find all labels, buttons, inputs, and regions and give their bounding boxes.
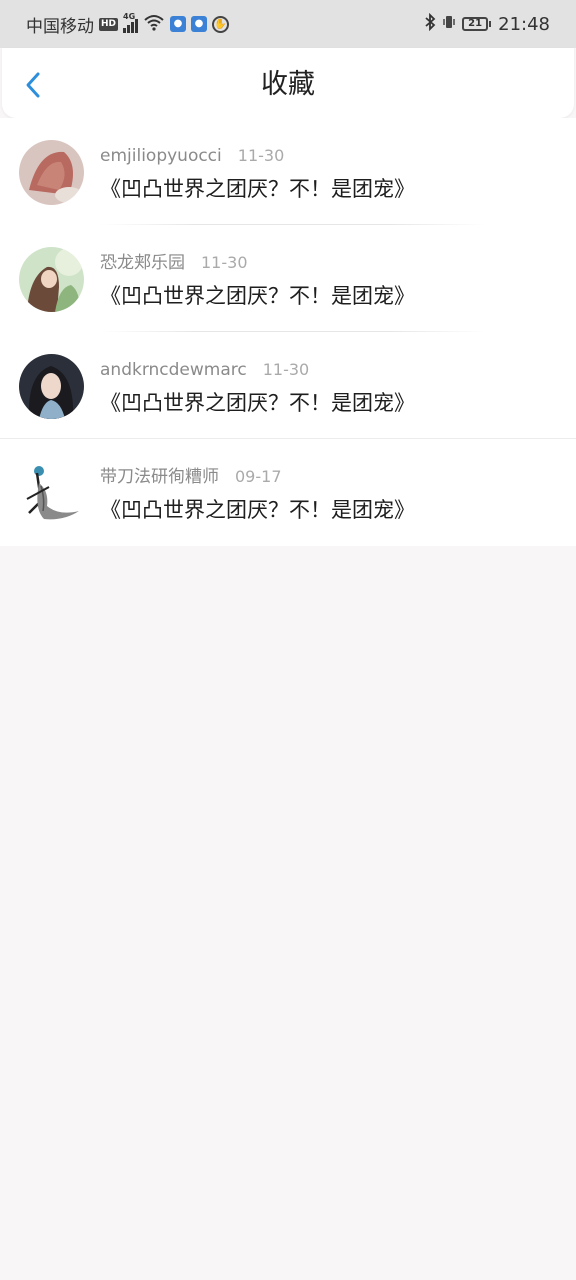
favorites-list: emjiliopyuocci 11-30 《凹凸世界之团厌？不！是团宠》 恐龙郏… [0,118,576,546]
avatar[interactable] [19,247,84,312]
date: 09-17 [235,467,282,486]
hand-notification-icon: ✋ [212,15,230,33]
post-title[interactable]: 《凹凸世界之团厌？不！是团宠》 [100,174,415,204]
date: 11-30 [201,253,248,272]
notification-app-icon: ● [170,16,187,32]
favorite-item[interactable]: andkrncdewmarc 11-30 《凹凸世界之团厌？不！是团宠》 [0,332,576,439]
carrier-label: 中国移动 [26,16,94,37]
favorite-item[interactable]: 带刀法研徇糟师 09-17 《凹凸世界之团厌？不！是团宠》 [0,439,576,546]
bluetooth-icon [424,12,436,36]
avatar[interactable] [19,461,84,526]
favorite-item[interactable]: 恐龙郏乐园 11-30 《凹凸世界之团厌？不！是团宠》 [0,225,576,332]
post-title[interactable]: 《凹凸世界之团厌？不！是团宠》 [100,495,415,525]
username[interactable]: 恐龙郏乐园 [100,252,185,274]
hd-badge: HD [99,17,119,31]
username[interactable]: 带刀法研徇糟师 [100,466,219,488]
wifi-icon [143,13,165,36]
vibrate-icon [443,13,455,36]
date: 11-30 [237,146,285,165]
avatar[interactable] [19,140,84,205]
username[interactable]: andkrncdewmarc [100,359,247,381]
notification-app-icon: ● [191,16,208,32]
avatar[interactable] [19,354,84,419]
battery-level: 21 [462,17,489,31]
app-header: 收藏 [2,48,574,118]
status-bar-left: 中国移动 HD 4G ● ● ✋ [26,12,230,37]
username[interactable]: emjiliopyuocci [100,145,222,167]
status-bar: 中国移动 HD 4G ● ● ✋ 21 21:48 [0,0,576,48]
item-meta: 带刀法研徇糟师 09-17 [100,466,282,488]
post-title[interactable]: 《凹凸世界之团厌？不！是团宠》 [100,281,415,311]
item-meta: andkrncdewmarc 11-30 [100,359,309,381]
clock: 21:48 [498,13,550,35]
network-type-label: 4G [123,12,136,21]
status-bar-right: 21 21:48 [424,12,550,36]
favorite-item[interactable]: emjiliopyuocci 11-30 《凹凸世界之团厌？不！是团宠》 [0,118,576,225]
signal-icon: 4G [123,12,139,33]
date: 11-30 [262,360,310,379]
post-title[interactable]: 《凹凸世界之团厌？不！是团宠》 [100,388,415,418]
item-meta: emjiliopyuocci 11-30 [100,145,284,167]
item-meta: 恐龙郏乐园 11-30 [100,252,248,274]
battery-icon: 21 [462,17,492,31]
page-title: 收藏 [261,69,315,100]
